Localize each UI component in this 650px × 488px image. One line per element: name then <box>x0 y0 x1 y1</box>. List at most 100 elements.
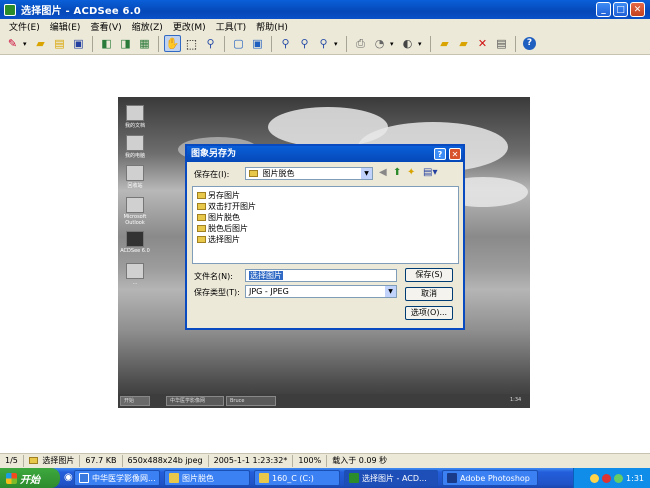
taskbar-item[interactable]: 160_C (C:) <box>254 470 340 486</box>
close-button[interactable]: ✕ <box>630 2 645 17</box>
select-tool-icon: ⬚ <box>185 36 198 51</box>
prev-image-icon: ◧ <box>101 37 112 50</box>
up-folder-icon[interactable]: ⬆ <box>393 167 401 178</box>
taskbar-item[interactable]: 中华医学影像网... <box>74 470 160 486</box>
save-in-label: 保存在(I): <box>194 170 230 179</box>
zoom-out-button[interactable]: ⚲ <box>296 35 313 52</box>
full-screen-icon: ▣ <box>252 37 263 50</box>
options-button[interactable]: 选项(O)... <box>405 306 453 320</box>
prev-image-button[interactable]: ◧ <box>98 35 115 52</box>
start-button[interactable]: 开始 <box>0 468 60 488</box>
full-screen-button[interactable]: ▣ <box>249 35 266 52</box>
list-item[interactable]: 双击打开图片 <box>197 201 256 212</box>
menu-help[interactable]: 帮助(H) <box>251 20 293 33</box>
menu-file[interactable]: 文件(E) <box>4 20 45 33</box>
help-button[interactable]: ? <box>521 35 538 52</box>
open-file-button[interactable]: ▤ <box>51 35 68 52</box>
list-item[interactable]: 另存图片 <box>197 190 240 201</box>
dialog-close-button[interactable]: ✕ <box>449 148 461 160</box>
taskbar-item-active[interactable]: 选择图片 - ACD... <box>344 470 438 486</box>
separator <box>271 35 272 52</box>
zoom-in-button[interactable]: ⚲ <box>277 35 294 52</box>
zoom-menu-button[interactable]: ⚲ <box>315 35 332 52</box>
menu-zoom[interactable]: 缩放(Z) <box>127 20 168 33</box>
folder-list[interactable]: 另存图片 双击打开图片 图片脱色 脱色后图片 选择图片 <box>192 186 459 264</box>
zoom-button[interactable]: ⚲ <box>202 35 219 52</box>
save-button[interactable]: 保存(S) <box>405 268 453 282</box>
print-button[interactable]: ⎙ <box>352 35 369 52</box>
properties-button[interactable]: ▤ <box>493 35 510 52</box>
zoom-caret-icon[interactable]: ▾ <box>334 40 341 48</box>
open-folder-icon: ▰ <box>36 37 45 50</box>
separator <box>224 35 225 52</box>
folder-name: 脱色后图片 <box>208 224 248 233</box>
list-item[interactable]: 图片脱色 <box>197 212 240 223</box>
next-image-button[interactable]: ◨ <box>117 35 134 52</box>
acdsee-icon <box>349 473 359 483</box>
menu-modify[interactable]: 更改(M) <box>168 20 211 33</box>
filetype-dropdown[interactable]: JPG - JPEG ▼ <box>245 285 397 298</box>
clock: 1:31 <box>626 473 644 483</box>
batch-button[interactable]: ▰ <box>436 35 453 52</box>
select-tool-button[interactable]: ⬚ <box>183 35 200 52</box>
screenshot-start: 开始 <box>120 396 150 406</box>
help-icon: ? <box>437 149 443 159</box>
rotate-caret-icon[interactable]: ▾ <box>418 40 425 48</box>
dialog-help-button[interactable]: ? <box>434 148 446 160</box>
taskbar-item-label: 图片脱色 <box>182 473 214 483</box>
window-title: 选择图片 - ACDSee 6.0 <box>21 6 141 17</box>
back-icon[interactable]: ◀ <box>379 167 387 178</box>
desktop-icon-label: Microsoft Outlook <box>123 214 147 226</box>
menu-edit[interactable]: 编辑(E) <box>45 20 86 33</box>
list-item[interactable]: 选择图片 <box>197 234 240 245</box>
next-image-icon: ◨ <box>120 37 131 50</box>
open-file-icon: ▤ <box>54 37 65 50</box>
tray-icon[interactable] <box>602 473 612 483</box>
acquire-button[interactable]: ◔ <box>371 35 388 52</box>
filename-input[interactable]: 选择图片 <box>245 269 397 282</box>
quick-launch-icon[interactable]: ◉ <box>64 472 73 483</box>
folder-name: 双击打开图片 <box>208 202 256 211</box>
screenshot-task: Bruce <box>226 396 276 406</box>
list-item[interactable]: 脱色后图片 <box>197 223 248 234</box>
save-button[interactable]: ▣ <box>70 35 87 52</box>
screenshot-task: 中华医学影像网 <box>166 396 224 406</box>
tray-icon[interactable] <box>590 473 600 483</box>
folder-icon <box>259 473 269 483</box>
chevron-down-icon: ▼ <box>385 286 396 297</box>
file-size: 67.7 KB <box>80 455 123 467</box>
view-menu-icon[interactable]: ▤▾ <box>423 167 437 178</box>
folder-name: 另存图片 <box>208 191 240 200</box>
folder-icon <box>197 203 206 210</box>
slideshow-button[interactable]: ▦ <box>136 35 153 52</box>
desktop-icon-label: 回收站 <box>127 183 143 189</box>
browse-button[interactable]: ✎ <box>4 35 21 52</box>
rotate-button[interactable]: ◐ <box>399 35 416 52</box>
browser-icon <box>79 473 89 483</box>
browse-dropdown-icon[interactable]: ▾ <box>23 40 30 48</box>
file-name-text: 选择图片 <box>42 456 75 465</box>
fit-window-button[interactable]: ▢ <box>230 35 247 52</box>
new-folder-icon[interactable]: ✦ <box>407 167 415 178</box>
maximize-button[interactable]: □ <box>613 2 628 17</box>
desktop-icon-label: 我的文档 <box>124 123 145 129</box>
image-file-icon <box>28 457 38 464</box>
minimize-button[interactable]: _ <box>596 2 611 17</box>
edit-button[interactable]: ▰ <box>455 35 472 52</box>
tray-icon[interactable] <box>614 473 624 483</box>
save-icon: ▣ <box>73 37 84 50</box>
menu-view[interactable]: 查看(V) <box>85 20 126 33</box>
hand-tool-button[interactable]: ✋ <box>164 35 181 52</box>
taskbar-item[interactable]: 图片脱色 <box>164 470 250 486</box>
cancel-button[interactable]: 取消 <box>405 287 453 301</box>
desktop-icon <box>126 135 144 151</box>
zoom-dropdown-icon: ⚲ <box>319 37 328 50</box>
save-in-dropdown[interactable]: 图片脱色 ▼ <box>245 167 373 180</box>
open-folder-button[interactable]: ▰ <box>32 35 49 52</box>
menu-tools[interactable]: 工具(T) <box>211 20 252 33</box>
taskbar-item[interactable]: Adobe Photoshop <box>442 470 538 486</box>
delete-button[interactable]: ✕ <box>474 35 491 52</box>
photoshop-icon <box>447 473 457 483</box>
close-icon: ✕ <box>633 4 642 15</box>
acquire-caret-icon[interactable]: ▾ <box>390 40 397 48</box>
